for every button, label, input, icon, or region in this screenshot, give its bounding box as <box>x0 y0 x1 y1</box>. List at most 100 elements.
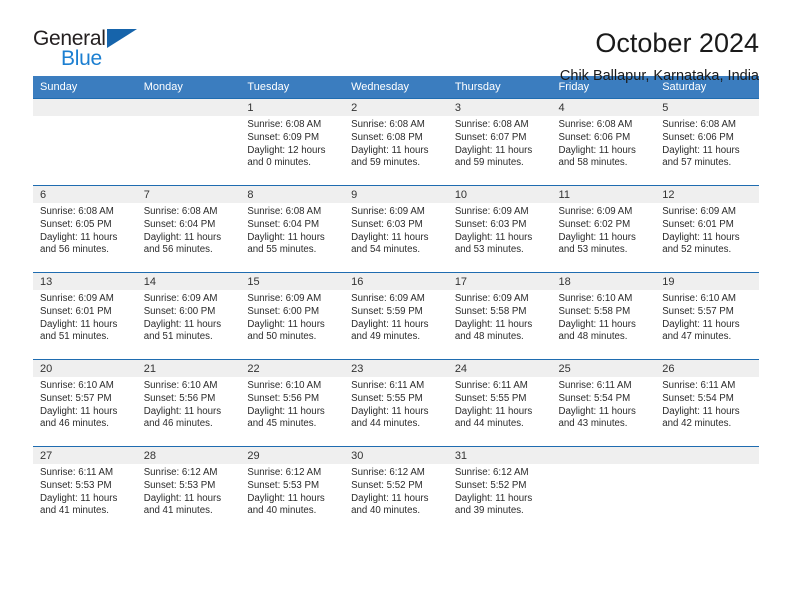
sunrise-time: Sunrise: 6:09 AM <box>558 206 633 217</box>
day-details: Sunrise: 6:08 AM Sunset: 6:05 PM Daylight:… <box>33 203 137 257</box>
sunrise-time: Sunrise: 6:09 AM <box>454 293 529 304</box>
calendar-day-cell[interactable]: 5 Sunrise: 6:08 AM Sunset: 6:06 PM Daylight… <box>655 98 759 186</box>
calendar-day-cell[interactable]: 22 Sunrise: 6:10 AM Sunset: 5:56 PM Dayligh… <box>240 359 345 447</box>
sunrise-time: Sunrise: 6:10 AM <box>247 380 322 391</box>
daylight-duration-line1: Daylight: 11 hours <box>558 144 636 156</box>
sunset-time: Sunset: 6:04 PM <box>247 218 320 230</box>
calendar-day-cell[interactable]: 6 Sunrise: 6:08 AM Sunset: 6:05 PM Daylight… <box>33 185 137 273</box>
daylight-duration-line2: and 41 minutes. <box>143 505 213 517</box>
calendar-day-cell[interactable]: 12 Sunrise: 6:09 AM Sunset: 6:01 PM Dayligh… <box>655 185 759 273</box>
calendar-day-cell[interactable]: 18 Sunrise: 6:10 AM Sunset: 5:58 PM Dayligh… <box>551 272 656 360</box>
day-details: Sunrise: 6:08 AM Sunset: 6:06 PM Daylight:… <box>552 116 656 170</box>
calendar-day-cell[interactable]: 21 Sunrise: 6:10 AM Sunset: 5:56 PM Dayligh… <box>136 359 241 447</box>
day-cell-content: 19 Sunrise: 6:10 AM Sunset: 5:57 PM Dayligh… <box>655 273 759 359</box>
sunrise-time: Sunrise: 6:08 AM <box>558 119 633 130</box>
day-details: Sunrise: 6:09 AM Sunset: 6:00 PM Daylight:… <box>240 290 344 344</box>
day-details: Sunrise: 6:11 AM Sunset: 5:55 PM Daylight:… <box>344 377 448 431</box>
day-cell-content: 28 Sunrise: 6:12 AM Sunset: 5:53 PM Dayligh… <box>136 447 241 531</box>
daylight-duration-line1: Daylight: 11 hours <box>351 231 429 243</box>
calendar-day-cell[interactable]: 28 Sunrise: 6:12 AM Sunset: 5:53 PM Dayligh… <box>136 446 241 531</box>
sunrise-time: Sunrise: 6:08 AM <box>40 206 114 217</box>
day-number: 16 <box>344 273 448 290</box>
calendar-day-cell[interactable]: 2 Sunrise: 6:08 AM Sunset: 6:08 PM Daylight… <box>344 98 448 186</box>
day-cell-content: 8 Sunrise: 6:08 AM Sunset: 6:04 PM Daylight… <box>240 186 345 272</box>
sunset-time: Sunset: 5:57 PM <box>662 305 734 317</box>
calendar-day-cell[interactable]: 31 Sunrise: 6:12 AM Sunset: 5:52 PM Dayligh… <box>447 446 552 531</box>
day-number: 1 <box>240 99 345 116</box>
calendar-day-cell[interactable]: 24 Sunrise: 6:11 AM Sunset: 5:55 PM Dayligh… <box>447 359 552 447</box>
calendar-week-row: 13 Sunrise: 6:09 AM Sunset: 6:01 PM Dayligh… <box>33 272 759 360</box>
calendar-day-cell[interactable]: 4 Sunrise: 6:08 AM Sunset: 6:06 PM Daylight… <box>551 98 656 186</box>
daylight-duration-line2: and 49 minutes. <box>351 331 421 343</box>
calendar-day-cell[interactable]: 9 Sunrise: 6:09 AM Sunset: 6:03 PM Daylight… <box>344 185 448 273</box>
calendar-day-cell[interactable]: 23 Sunrise: 6:11 AM Sunset: 5:55 PM Dayligh… <box>344 359 448 447</box>
calendar-day-cell[interactable]: 19 Sunrise: 6:10 AM Sunset: 5:57 PM Dayligh… <box>655 272 759 360</box>
daylight-duration-line1: Daylight: 11 hours <box>247 318 325 330</box>
day-cell-content <box>33 99 137 185</box>
calendar-day-cell[interactable]: 20 Sunrise: 6:10 AM Sunset: 5:57 PM Dayligh… <box>33 359 137 447</box>
calendar-day-cell[interactable]: 13 Sunrise: 6:09 AM Sunset: 6:01 PM Dayligh… <box>33 272 137 360</box>
sunset-time: Sunset: 6:06 PM <box>558 131 631 143</box>
sunset-time: Sunset: 5:52 PM <box>454 479 527 491</box>
day-number <box>33 99 137 116</box>
sunrise-time: Sunrise: 6:08 AM <box>247 206 322 217</box>
calendar-day-cell[interactable]: 14 Sunrise: 6:09 AM Sunset: 6:00 PM Dayligh… <box>136 272 241 360</box>
calendar-day-cell[interactable]: 29 Sunrise: 6:12 AM Sunset: 5:53 PM Dayligh… <box>240 446 345 531</box>
calendar-day-cell[interactable]: 15 Sunrise: 6:09 AM Sunset: 6:00 PM Dayligh… <box>240 272 345 360</box>
calendar-day-cell[interactable]: 30 Sunrise: 6:12 AM Sunset: 5:52 PM Dayligh… <box>344 446 448 531</box>
daylight-duration-line2: and 46 minutes. <box>143 418 213 430</box>
day-number: 30 <box>344 447 448 464</box>
calendar-week-row: 6 Sunrise: 6:08 AM Sunset: 6:05 PM Daylight… <box>33 185 759 273</box>
calendar-day-cell[interactable]: 10 Sunrise: 6:09 AM Sunset: 6:03 PM Dayligh… <box>447 185 552 273</box>
calendar-day-cell[interactable]: 16 Sunrise: 6:09 AM Sunset: 5:59 PM Dayligh… <box>344 272 448 360</box>
day-cell-content: 29 Sunrise: 6:12 AM Sunset: 5:53 PM Dayligh… <box>240 447 345 531</box>
day-cell-content: 14 Sunrise: 6:09 AM Sunset: 6:00 PM Dayligh… <box>136 273 241 359</box>
sunrise-time: Sunrise: 6:08 AM <box>143 206 218 217</box>
daylight-duration-line2: and 51 minutes. <box>40 331 109 343</box>
daylight-duration-line1: Daylight: 11 hours <box>351 492 429 504</box>
daylight-duration-line2: and 43 minutes. <box>558 418 628 430</box>
calendar-week-row: 1 Sunrise: 6:08 AM Sunset: 6:09 PM Daylight… <box>33 98 759 186</box>
day-details: Sunrise: 6:09 AM Sunset: 5:59 PM Daylight:… <box>344 290 448 344</box>
day-details: Sunrise: 6:11 AM Sunset: 5:54 PM Daylight:… <box>552 377 656 431</box>
day-number: 22 <box>240 360 345 377</box>
weekday-header-tuesday: Tuesday <box>240 76 345 99</box>
day-cell-content <box>551 447 656 531</box>
sunset-time: Sunset: 6:00 PM <box>247 305 320 317</box>
calendar-day-cell[interactable]: 8 Sunrise: 6:08 AM Sunset: 6:04 PM Daylight… <box>240 185 345 273</box>
calendar-day-cell[interactable]: 25 Sunrise: 6:11 AM Sunset: 5:54 PM Dayligh… <box>551 359 656 447</box>
sunrise-time: Sunrise: 6:12 AM <box>454 467 529 478</box>
sunset-time: Sunset: 5:59 PM <box>351 305 423 317</box>
sunset-time: Sunset: 6:08 PM <box>351 131 423 143</box>
day-details: Sunrise: 6:10 AM Sunset: 5:57 PM Daylight:… <box>33 377 137 431</box>
sunset-time: Sunset: 5:56 PM <box>247 392 320 404</box>
daylight-duration-line2: and 59 minutes. <box>351 157 421 169</box>
daylight-duration-line2: and 48 minutes. <box>558 331 628 343</box>
generalblue-logo[interactable]: General Blue <box>33 27 143 75</box>
day-number <box>136 99 241 116</box>
daylight-duration-line2: and 56 minutes. <box>40 244 109 256</box>
sunset-time: Sunset: 5:53 PM <box>247 479 320 491</box>
day-cell-content: 2 Sunrise: 6:08 AM Sunset: 6:08 PM Daylight… <box>344 99 448 185</box>
calendar-day-cell[interactable]: 1 Sunrise: 6:08 AM Sunset: 6:09 PM Daylight… <box>240 98 345 186</box>
calendar-day-cell[interactable]: 11 Sunrise: 6:09 AM Sunset: 6:02 PM Dayligh… <box>551 185 656 273</box>
day-number: 7 <box>136 186 241 203</box>
daylight-duration-line1: Daylight: 11 hours <box>351 405 429 417</box>
calendar-day-cell[interactable]: 26 Sunrise: 6:11 AM Sunset: 5:54 PM Dayligh… <box>655 359 759 447</box>
calendar-week-row: 20 Sunrise: 6:10 AM Sunset: 5:57 PM Dayligh… <box>33 359 759 447</box>
sunrise-time: Sunrise: 6:12 AM <box>143 467 218 478</box>
calendar-day-cell[interactable]: 7 Sunrise: 6:08 AM Sunset: 6:04 PM Daylight… <box>136 185 241 273</box>
sunrise-time: Sunrise: 6:09 AM <box>351 293 425 304</box>
page-subtitle: Chik Ballapur, Karnataka, India <box>559 68 759 84</box>
daylight-duration-line2: and 39 minutes. <box>454 505 524 517</box>
calendar-day-cell-empty <box>136 98 241 186</box>
daylight-duration-line1: Daylight: 11 hours <box>662 144 740 156</box>
calendar-day-cell[interactable]: 17 Sunrise: 6:09 AM Sunset: 5:58 PM Dayligh… <box>447 272 552 360</box>
day-number: 31 <box>447 447 552 464</box>
sunrise-time: Sunrise: 6:09 AM <box>351 206 425 217</box>
day-details: Sunrise: 6:10 AM Sunset: 5:56 PM Daylight:… <box>137 377 241 431</box>
sunrise-time: Sunrise: 6:12 AM <box>351 467 425 478</box>
calendar-day-cell[interactable]: 27 Sunrise: 6:11 AM Sunset: 5:53 PM Dayligh… <box>33 446 137 531</box>
daylight-duration-line2: and 52 minutes. <box>662 244 732 256</box>
calendar-day-cell[interactable]: 3 Sunrise: 6:08 AM Sunset: 6:07 PM Daylight… <box>447 98 552 186</box>
